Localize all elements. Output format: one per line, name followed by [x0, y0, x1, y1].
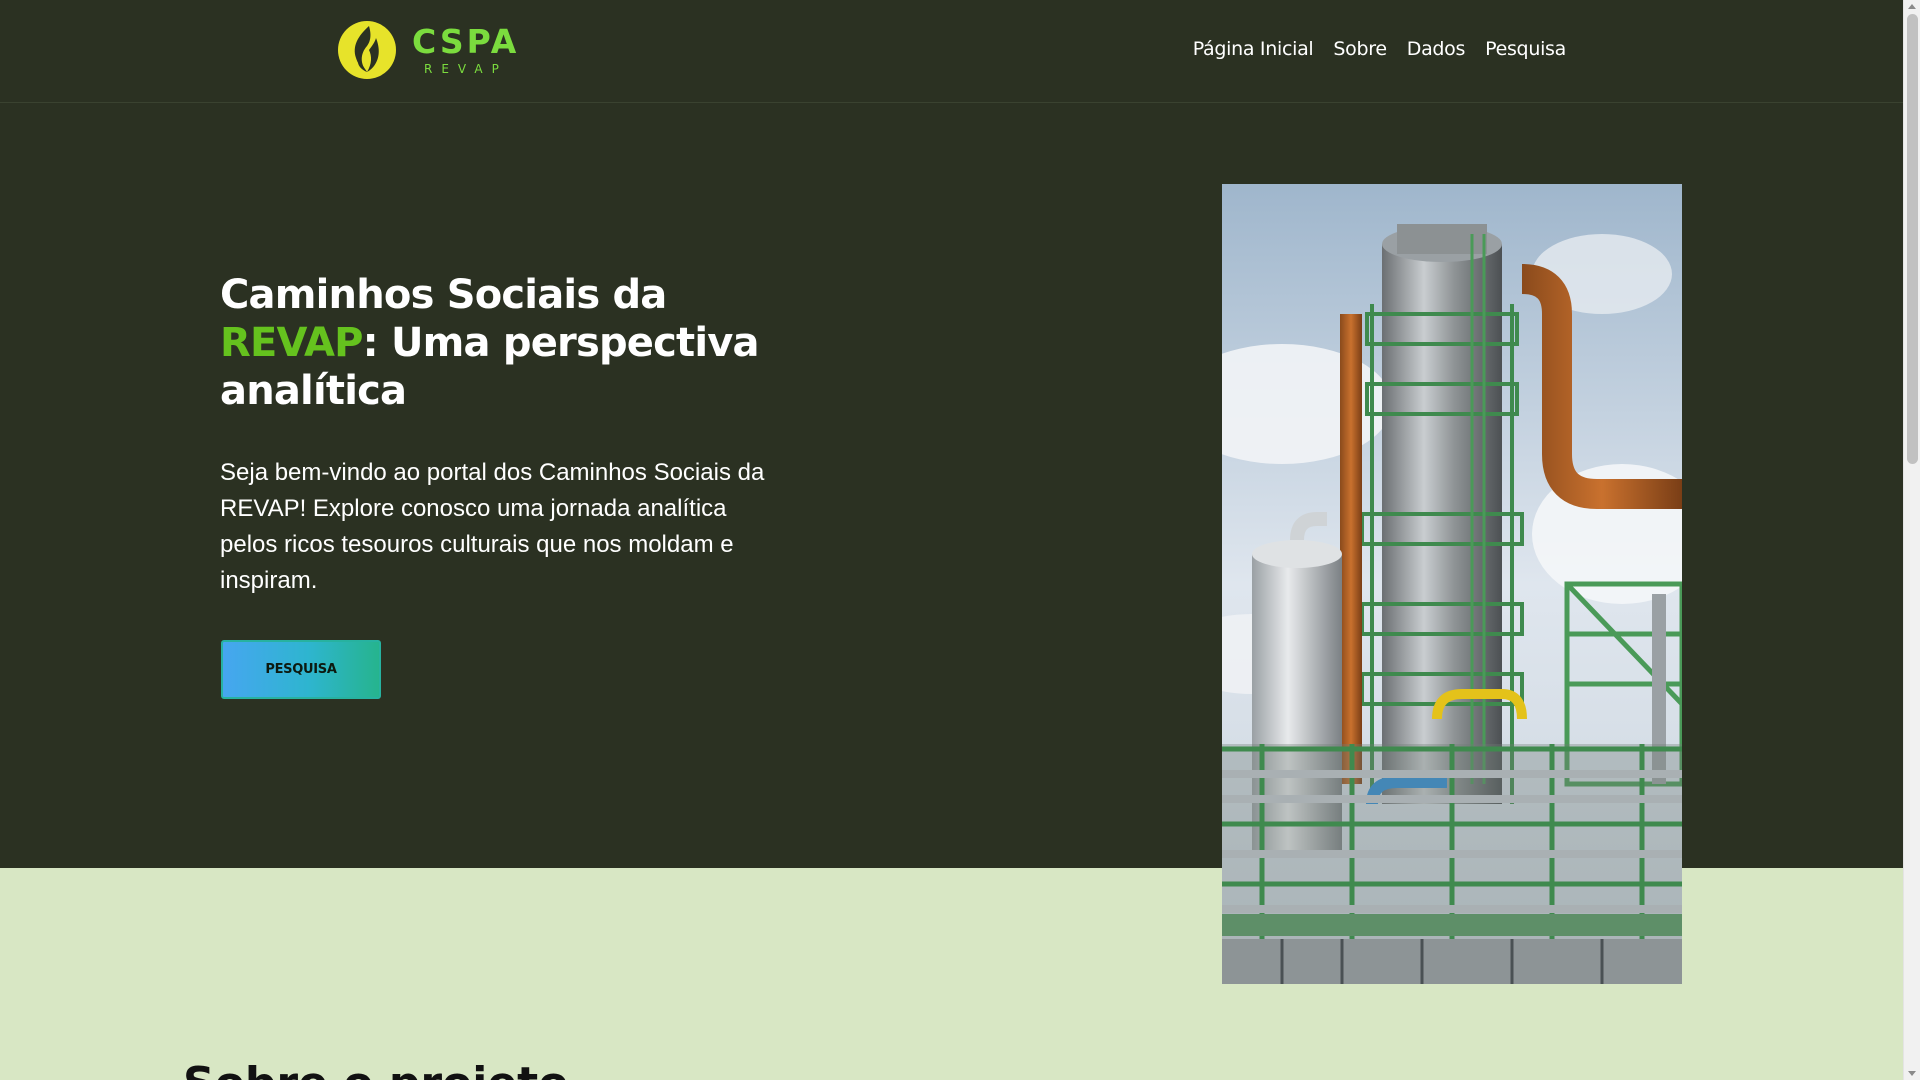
hero-title-prefix: Caminhos Sociais da	[220, 272, 667, 318]
page-scrollbar[interactable]	[1903, 0, 1920, 1080]
main-nav: Página Inicial Sobre Dados Pesquisa	[1193, 38, 1567, 60]
nav-link-research[interactable]: Pesquisa	[1485, 38, 1566, 60]
nav-link-home[interactable]: Página Inicial	[1193, 38, 1314, 60]
scroll-down-icon[interactable]	[1908, 1071, 1916, 1076]
scroll-thumb[interactable]	[1907, 14, 1918, 464]
logo-subtitle: REVAP	[424, 62, 508, 76]
logo-title: CSPA	[412, 22, 520, 61]
logo[interactable]: CSPA REVAP	[336, 18, 519, 82]
hero-title: Caminhos Sociais da REVAP: Uma perspecti…	[220, 271, 820, 415]
research-button[interactable]: PESQUISA	[221, 640, 381, 699]
site-header: CSPA REVAP Página Inicial Sobre Dados Pe…	[0, 0, 1903, 103]
hero-title-accent: REVAP	[220, 320, 363, 366]
refinery-photo	[1222, 184, 1682, 984]
hero-description: Seja bem-vindo ao portal dos Caminhos So…	[220, 459, 765, 594]
nav-link-about[interactable]: Sobre	[1333, 38, 1387, 60]
nav-link-data[interactable]: Dados	[1407, 38, 1466, 60]
flame-logo-icon	[338, 21, 396, 79]
scroll-up-icon[interactable]	[1908, 4, 1916, 9]
about-section-heading: Sobre o projeto	[183, 1062, 568, 1080]
